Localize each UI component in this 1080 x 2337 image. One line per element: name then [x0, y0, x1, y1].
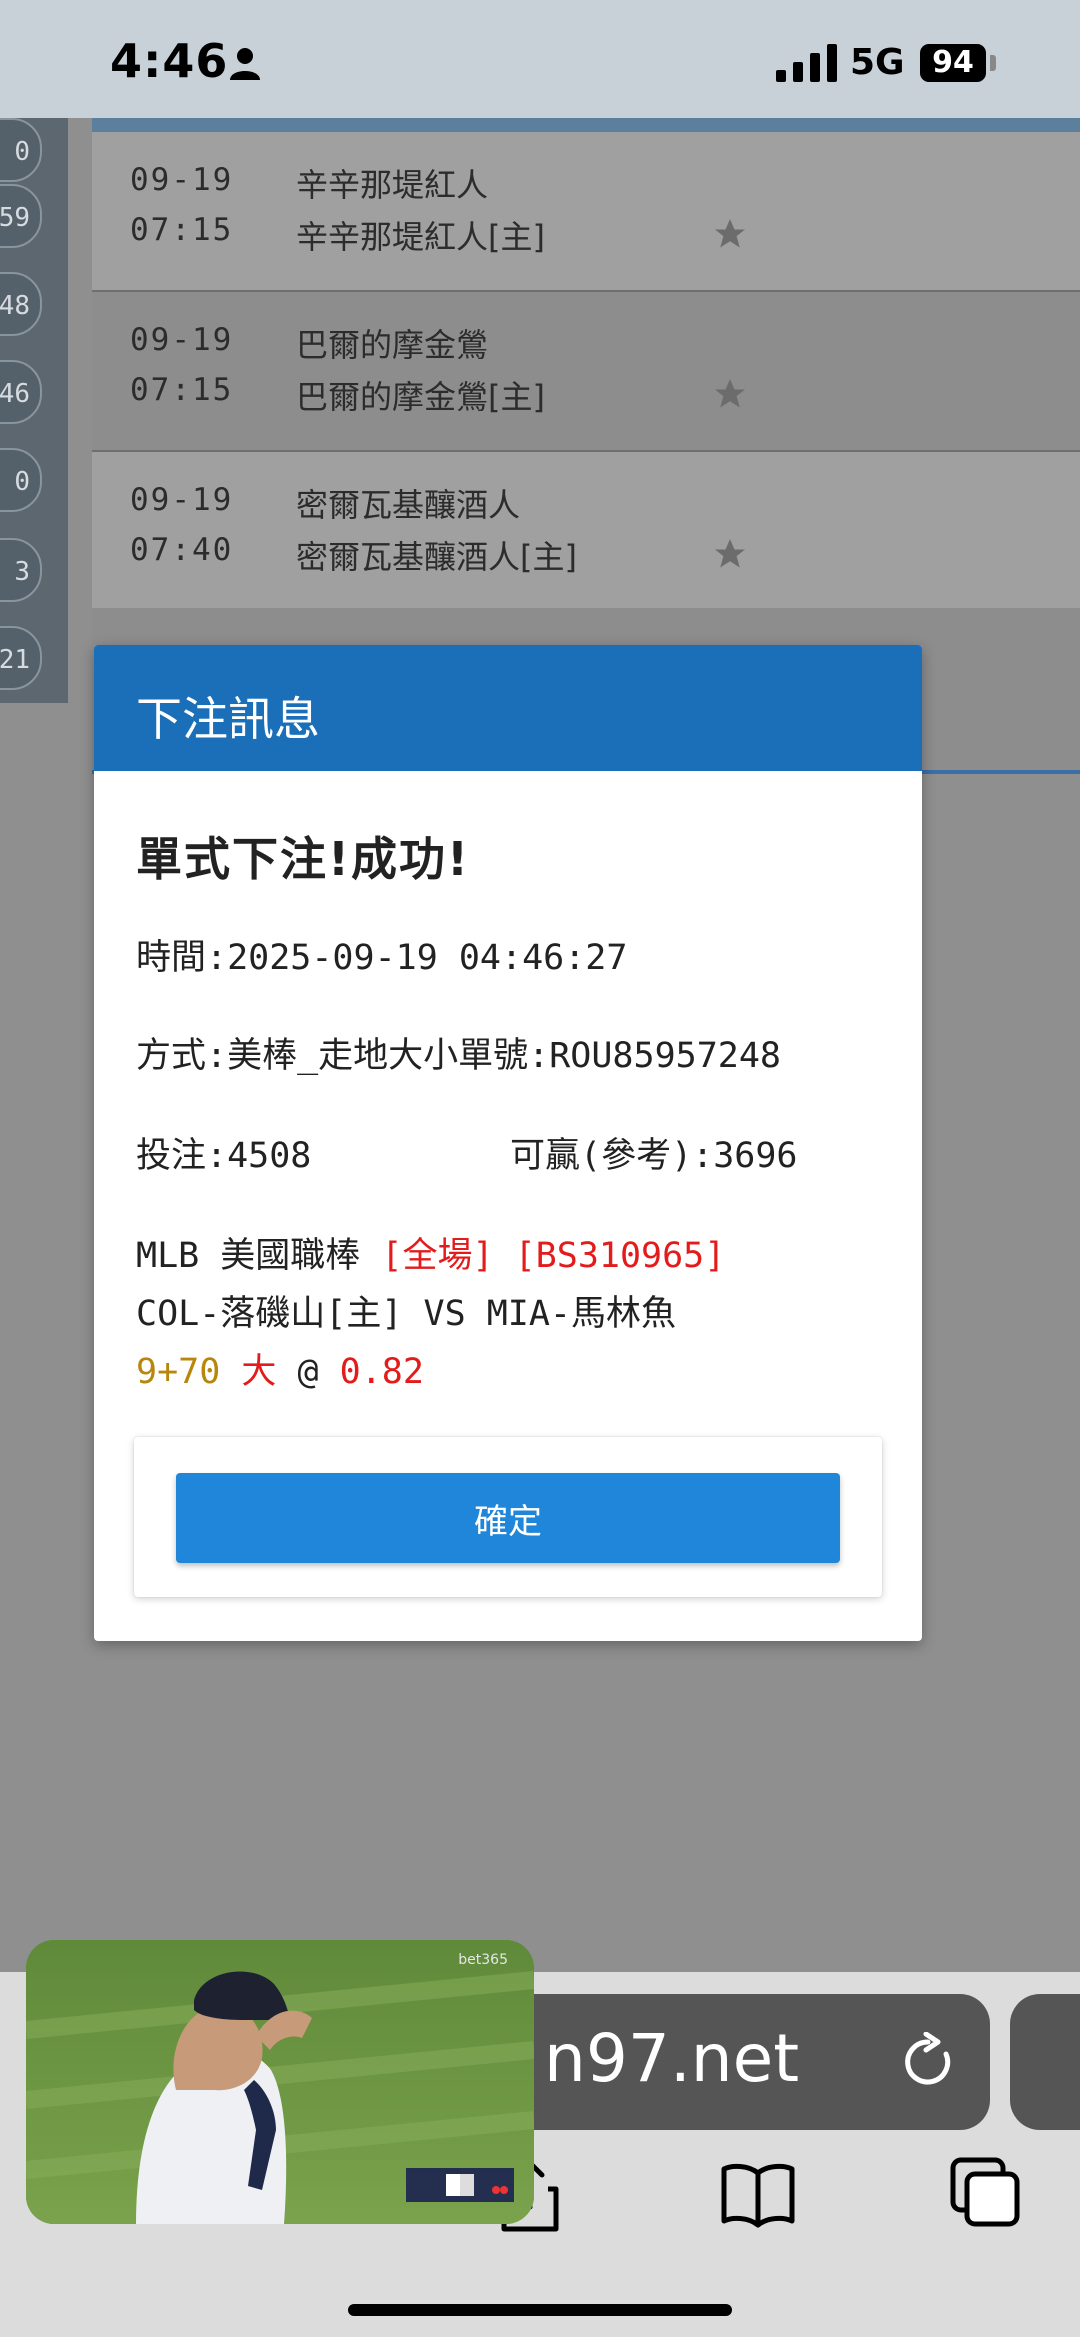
- match-time: 07:15: [130, 372, 234, 408]
- result-title: 單式下注!成功!: [136, 832, 470, 886]
- bet-stake: 投注:4508: [136, 1136, 312, 1176]
- bet-payout: 可贏(參考):3696: [510, 1136, 798, 1176]
- match-home-team: 巴爾的摩金鶯[主]: [296, 378, 545, 416]
- battery-tip: [990, 55, 996, 71]
- match-list: 09-19 07:15 辛辛那堤紅人 辛辛那堤紅人[主] 09-19 07:15…: [92, 132, 1080, 612]
- bet-selection-line: 9+70 大 @ 0.82: [136, 1343, 424, 1394]
- rail-tab[interactable]: 0: [0, 448, 42, 512]
- dialog-title: 下注訊息: [136, 692, 320, 746]
- rail-tab[interactable]: 48: [0, 272, 42, 336]
- match-time: 07:40: [130, 532, 234, 568]
- match-row[interactable]: 09-19 07:15 巴爾的摩金鶯 巴爾的摩金鶯[主]: [92, 292, 1080, 452]
- confirm-button[interactable]: 確定: [176, 1473, 840, 1563]
- confirm-card: 確定: [134, 1437, 882, 1597]
- bet-time: 時間:2025-09-19 04:46:27: [136, 938, 628, 978]
- pip-video[interactable]: bet365: [26, 1940, 534, 2224]
- star-icon[interactable]: [712, 376, 748, 412]
- match-time: 07:15: [130, 212, 234, 248]
- match-row[interactable]: 09-19 07:15 辛辛那堤紅人 辛辛那堤紅人[主]: [92, 132, 1080, 292]
- bet-teams: COL-落磯山[主] VS MIA-馬林魚: [136, 1294, 677, 1334]
- url-text: n97.net: [544, 2020, 800, 2097]
- home-indicator: [348, 2304, 732, 2316]
- status-time: 4:46: [110, 34, 229, 88]
- match-team: 密爾瓦基釀酒人: [296, 486, 521, 524]
- match-date: 09-19: [130, 162, 234, 198]
- signal-icon: [776, 44, 837, 82]
- video-frame: [26, 1940, 534, 2224]
- match-team: 巴爾的摩金鶯: [296, 326, 489, 364]
- pip-watermark: bet365: [458, 1952, 508, 1968]
- match-home-team: 辛辛那堤紅人[主]: [296, 218, 545, 256]
- left-rail: 0 59 48 46 0 3 21: [0, 118, 68, 703]
- rail-tab[interactable]: 21: [0, 626, 42, 690]
- battery-icon: 94: [920, 44, 986, 82]
- rail-tab[interactable]: 46: [0, 360, 42, 424]
- status-bar: 4:46 5G 94: [0, 0, 1080, 118]
- next-tab-preview[interactable]: [1010, 1994, 1080, 2130]
- rail-tab[interactable]: 59: [0, 184, 42, 248]
- match-home-team: 密爾瓦基釀酒人[主]: [296, 538, 577, 576]
- bet-period: [全場]: [381, 1236, 494, 1276]
- rail-tab[interactable]: 3: [0, 538, 42, 602]
- league-name: MLB 美國職棒: [136, 1236, 361, 1276]
- bet-line: 9+70: [136, 1352, 221, 1392]
- match-row[interactable]: 09-19 07:40 密爾瓦基釀酒人 密爾瓦基釀酒人[主]: [92, 452, 1080, 612]
- bet-code: [BS310965]: [514, 1236, 726, 1276]
- tabs-icon[interactable]: [945, 2152, 1025, 2232]
- match-date: 09-19: [130, 482, 234, 518]
- dialog-header: 下注訊息: [94, 645, 922, 771]
- list-top-accent: [92, 118, 1080, 132]
- bet-method: 方式:美棒_走地大小單號:ROU85957248: [136, 1036, 782, 1076]
- bookmarks-icon[interactable]: [718, 2155, 798, 2235]
- url-bar[interactable]: n97.net: [466, 1994, 990, 2130]
- star-icon[interactable]: [712, 216, 748, 252]
- match-team: 辛辛那堤紅人: [296, 166, 489, 204]
- bet-info-dialog: 下注訊息 單式下注!成功! 時間:2025-09-19 04:46:27 方式:…: [94, 645, 922, 1641]
- at-symbol: @: [297, 1352, 319, 1392]
- person-icon: [230, 48, 260, 80]
- rail-tab[interactable]: 0: [0, 118, 42, 182]
- bet-odds: 0.82: [339, 1352, 424, 1392]
- bet-league-line: MLB 美國職棒 [全場] [BS310965]: [136, 1227, 725, 1278]
- bet-side: 大: [241, 1352, 277, 1392]
- star-icon[interactable]: [712, 536, 748, 572]
- reload-icon[interactable]: [898, 2032, 958, 2092]
- match-date: 09-19: [130, 322, 234, 358]
- network-label: 5G: [850, 42, 905, 83]
